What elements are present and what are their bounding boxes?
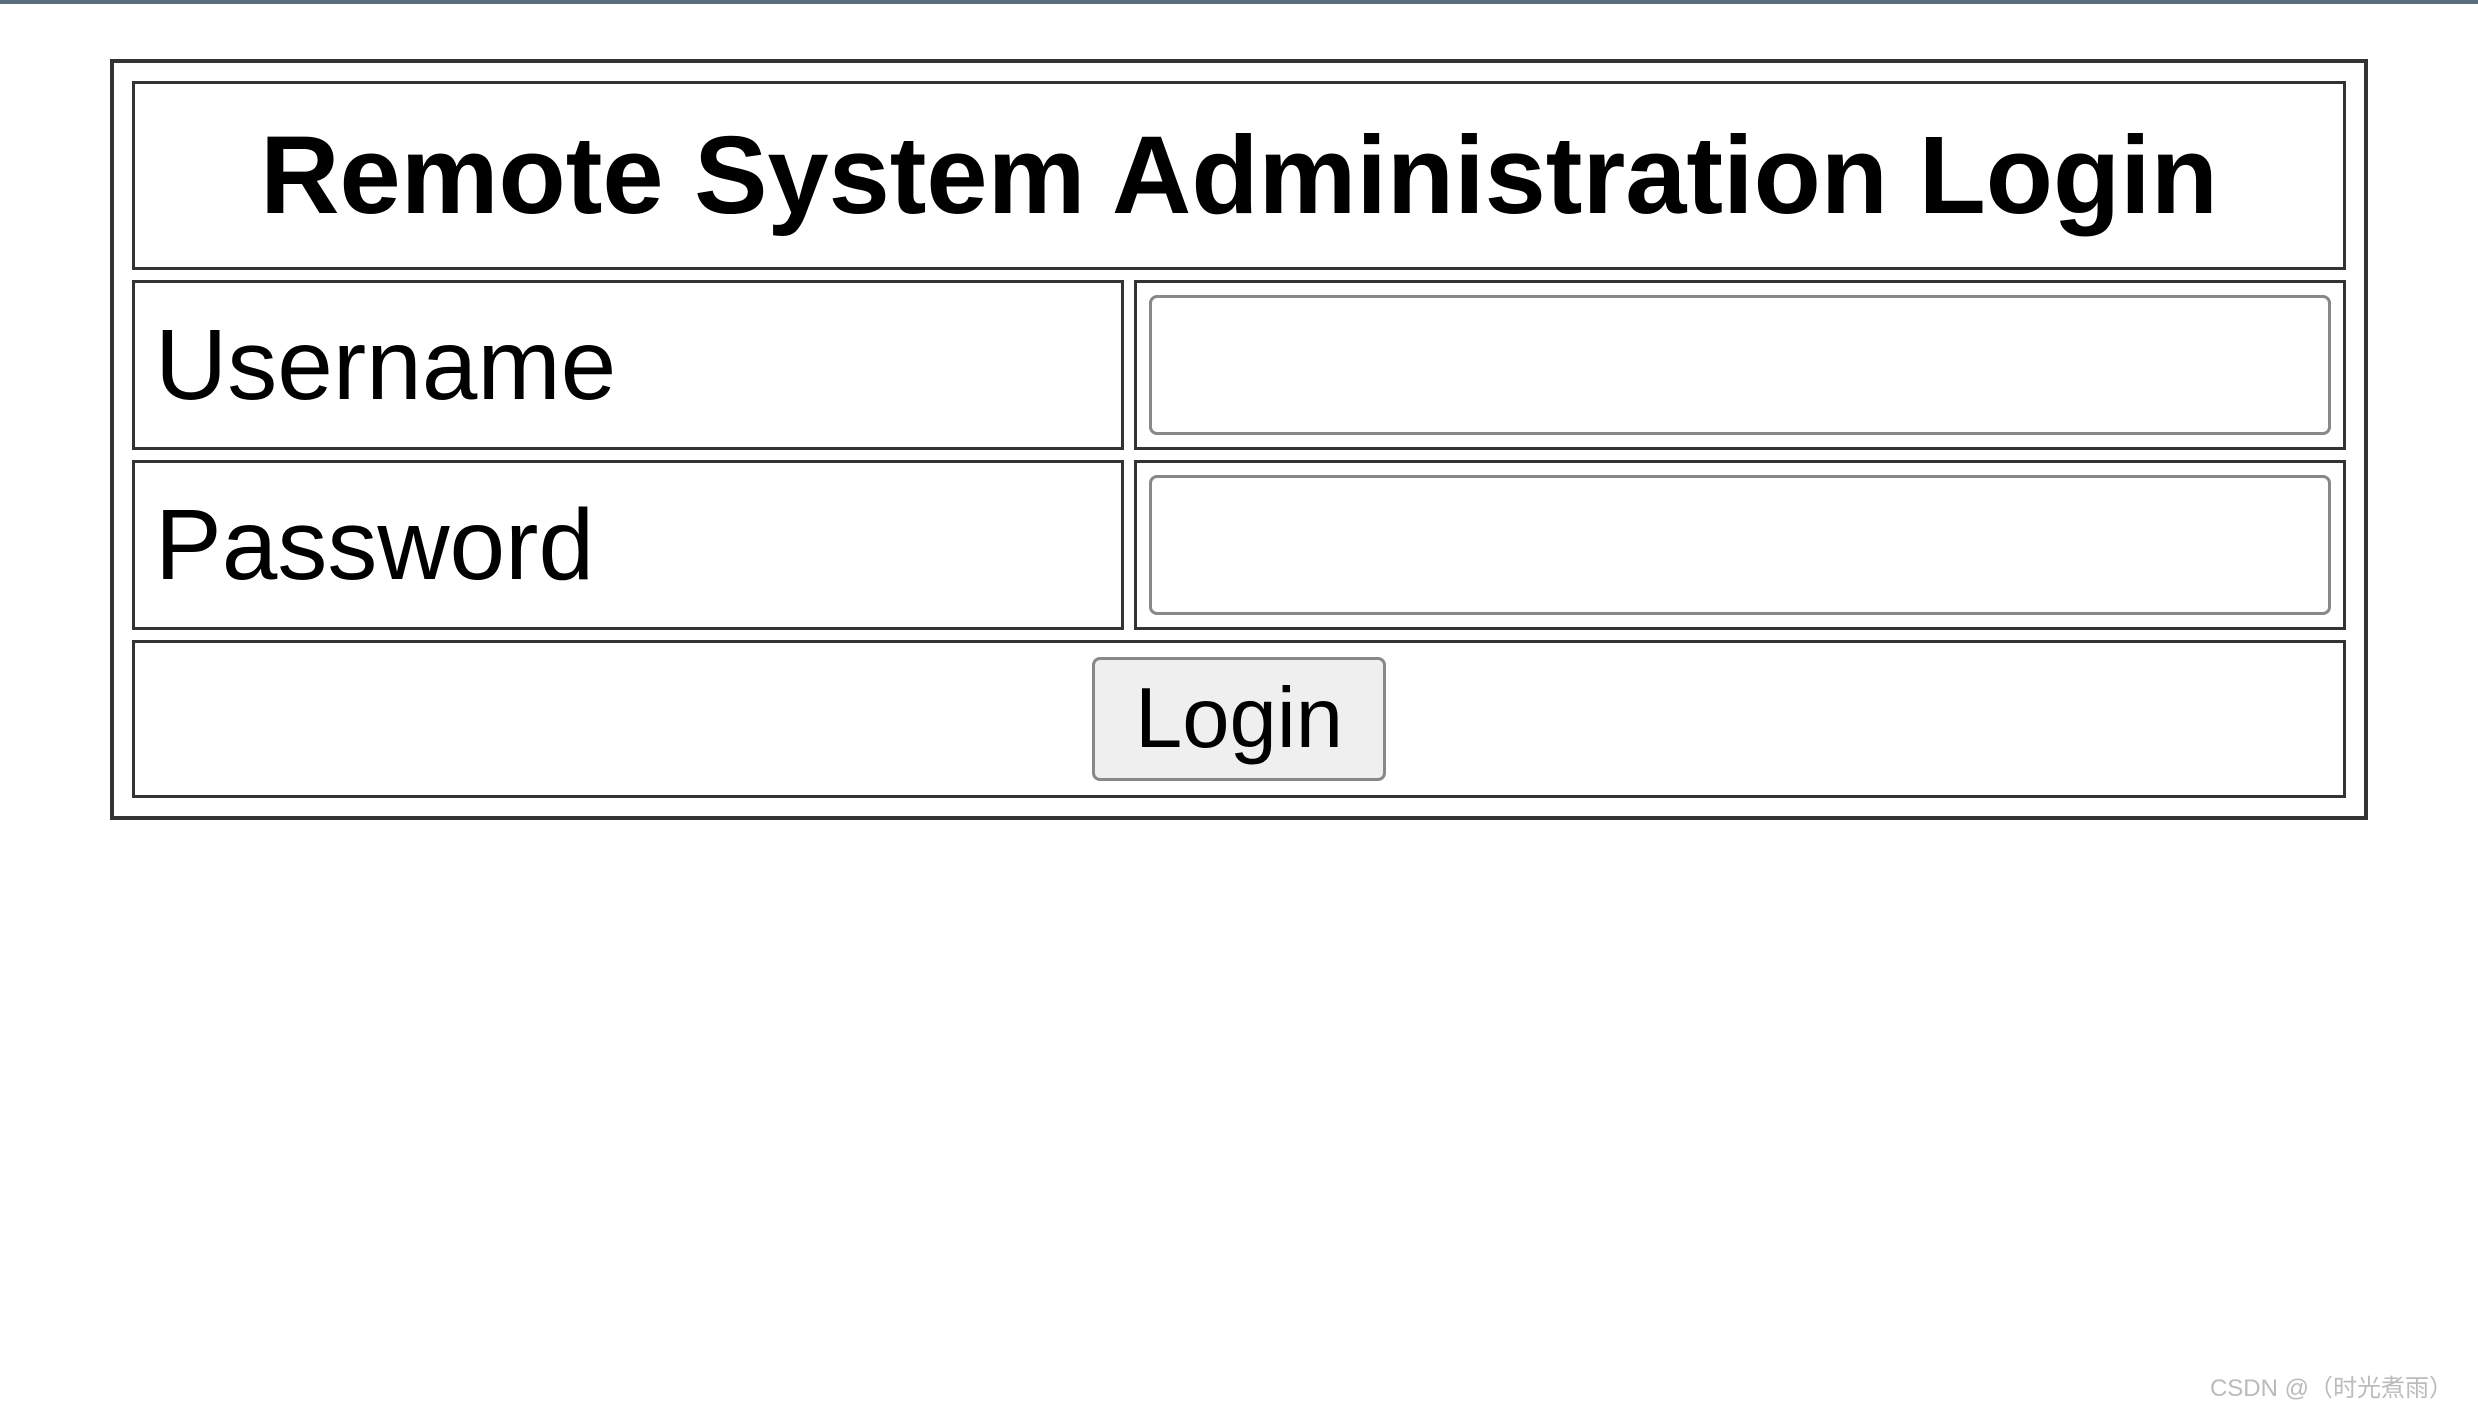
- username-label-cell: Username: [132, 280, 1124, 450]
- password-input[interactable]: [1149, 475, 2331, 615]
- username-label: Username: [155, 309, 616, 421]
- button-cell: Login: [132, 640, 2346, 798]
- password-input-cell: [1134, 460, 2346, 630]
- login-form-table: Remote System Administration Login Usern…: [122, 71, 2356, 808]
- password-label: Password: [155, 489, 594, 601]
- page-title: Remote System Administration Login: [145, 104, 2333, 247]
- username-input-cell: [1134, 280, 2346, 450]
- login-form-container: Remote System Administration Login Usern…: [110, 59, 2368, 820]
- watermark-text: CSDN @（时光煮雨）: [2210, 1368, 2453, 1403]
- top-border-line: [0, 0, 2478, 4]
- username-input[interactable]: [1149, 295, 2331, 435]
- password-label-cell: Password: [132, 460, 1124, 630]
- login-button[interactable]: Login: [1092, 657, 1386, 781]
- title-cell: Remote System Administration Login: [132, 81, 2346, 270]
